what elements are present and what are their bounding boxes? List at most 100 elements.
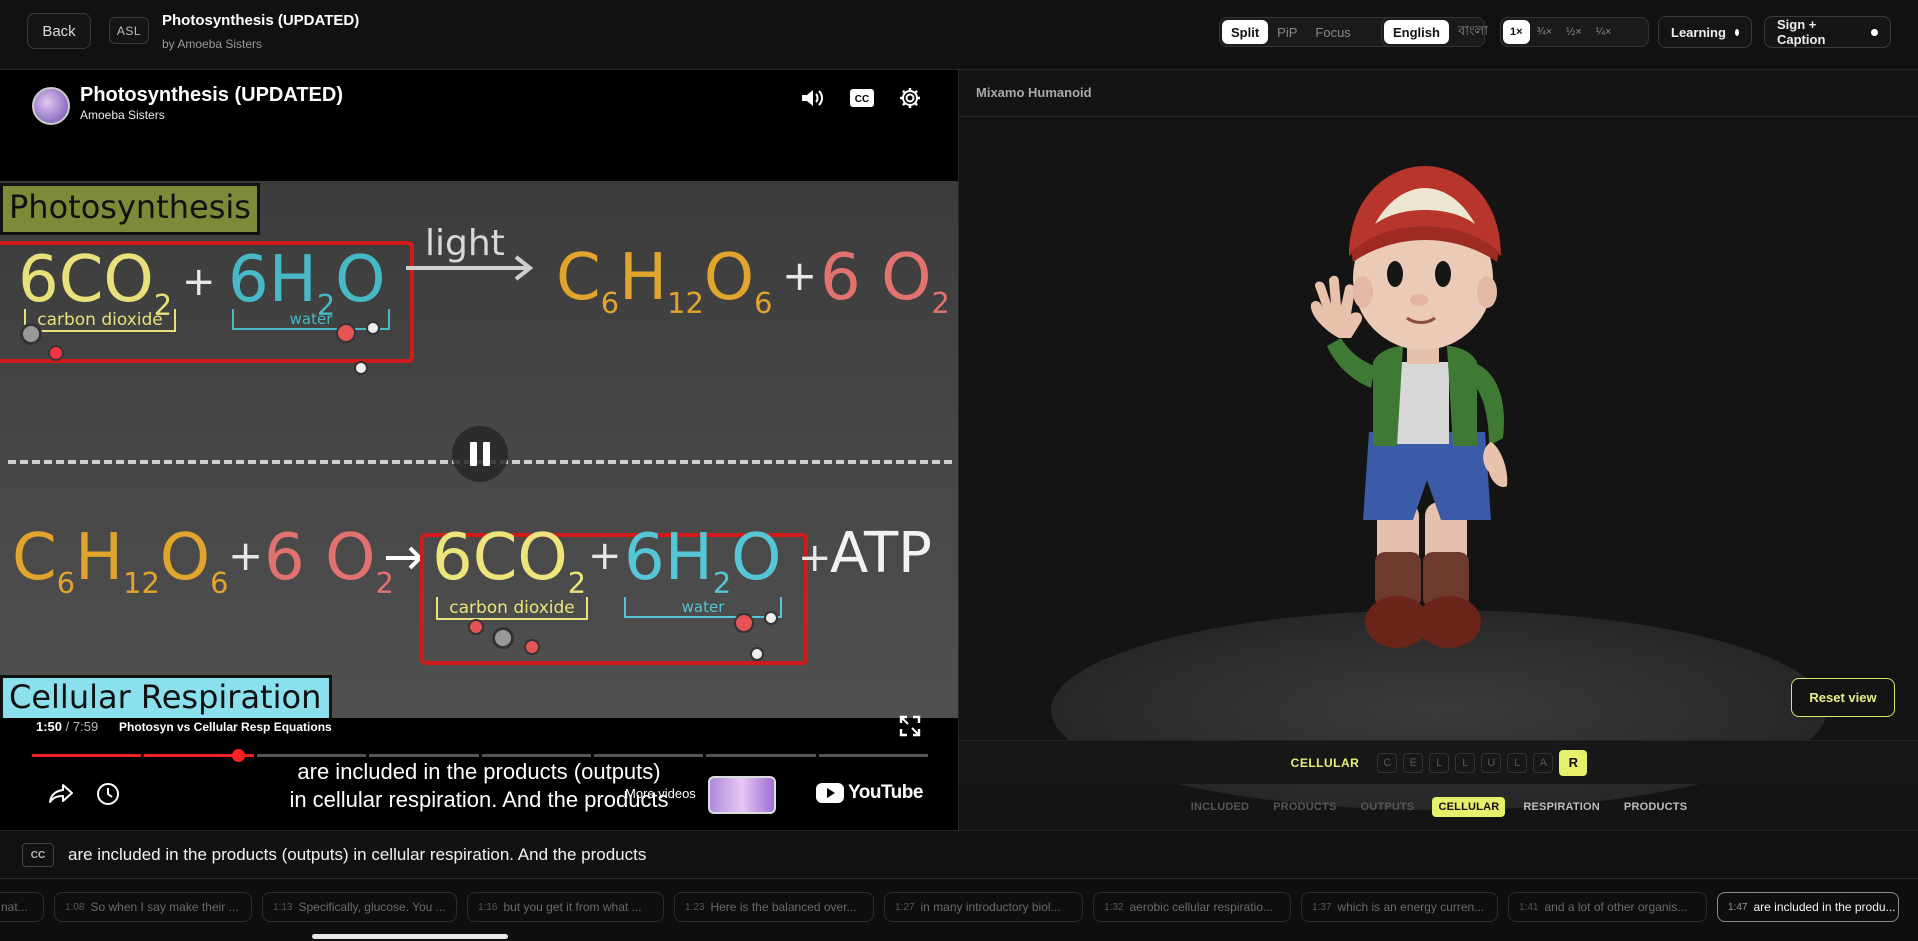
timeline-chip[interactable]: 1:23 Here is the balanced over... xyxy=(674,892,874,922)
caption-line-2: in cellular respiration. And the product… xyxy=(289,787,669,812)
reaction-arrow xyxy=(406,255,534,281)
gloss-item-active[interactable]: CELLULAR xyxy=(1432,797,1506,817)
time-separator: / xyxy=(65,719,73,734)
volume-icon[interactable] xyxy=(798,84,828,112)
learning-toggle[interactable]: Learning xyxy=(1658,16,1752,48)
carbon-molecule xyxy=(20,323,42,345)
plus-sign-5: + xyxy=(798,535,832,581)
timeline-chip[interactable]: nat... xyxy=(0,892,44,922)
hydrogen-molecule xyxy=(764,611,778,625)
cc-badge: CC xyxy=(22,843,54,867)
h2o-term-2: 6H2O xyxy=(624,521,782,600)
asl-badge: ASL xyxy=(109,17,149,44)
language-english-button[interactable]: English xyxy=(1384,20,1449,44)
timeline-chip-active[interactable]: 1:47 are included in the produ... xyxy=(1717,892,1899,922)
gloss-sequence: INCLUDED PRODUCTS OUTPUTS CELLULAR RESPI… xyxy=(959,784,1918,830)
youtube-icon xyxy=(816,783,844,803)
chip-time: 1:37 xyxy=(1312,901,1332,913)
timeline-chip[interactable]: 1:13 Specifically, glucose. You ... xyxy=(262,892,457,922)
gloss-item[interactable]: RESPIRATION xyxy=(1517,797,1606,817)
timeline-chip[interactable]: 1:41 and a lot of other organis... xyxy=(1508,892,1707,922)
video-channel: Amoeba Sisters xyxy=(80,108,165,122)
timeline-chip[interactable]: 1:37 which is an energy curren... xyxy=(1301,892,1498,922)
fingerspell-letter: L xyxy=(1455,752,1476,773)
chip-text: in many introductory biol... xyxy=(920,900,1061,914)
oxygen-molecule xyxy=(524,639,540,655)
video-title[interactable]: Photosynthesis (UPDATED) xyxy=(80,84,343,107)
speed-1x-button[interactable]: 1× xyxy=(1503,20,1530,44)
gloss-item[interactable]: PRODUCTS xyxy=(1618,797,1693,817)
fingerspell-letter: U xyxy=(1481,752,1502,773)
atp-term: ATP xyxy=(830,521,932,586)
channel-avatar[interactable] xyxy=(32,87,70,125)
h2o-label-2: water xyxy=(624,597,782,618)
timeline-scrollbar[interactable] xyxy=(312,934,508,939)
plus-sign: + xyxy=(182,259,216,305)
chip-text: So when I say make their ... xyxy=(90,900,239,914)
youtube-logo[interactable]: YouTube xyxy=(816,782,923,804)
progress-segment xyxy=(818,754,928,757)
oxygen-molecule xyxy=(48,345,64,361)
progress-segment xyxy=(593,754,704,757)
fullscreen-icon[interactable] xyxy=(897,713,923,744)
more-videos-thumbnail[interactable] xyxy=(708,776,776,814)
caption-timeline[interactable]: nat... 1:08 So when I say make their ...… xyxy=(0,879,1918,941)
caption-line-1: are included in the products (outputs) xyxy=(297,759,661,784)
oxygen-molecule xyxy=(336,323,356,343)
chip-time: 1:08 xyxy=(65,901,85,913)
back-button[interactable]: Back xyxy=(27,13,91,49)
timeline-chip[interactable]: 1:16 but you get it from what ... xyxy=(467,892,664,922)
chip-text: aerobic cellular respiratio... xyxy=(1129,900,1273,914)
sign-caption-toggle[interactable]: Sign + Caption xyxy=(1764,16,1891,48)
plus-sign-4: + xyxy=(588,533,622,579)
sign-caption-label: Sign + Caption xyxy=(1777,17,1826,47)
chip-time: 1:47 xyxy=(1728,901,1748,913)
time-display: 1:50 / 7:59 xyxy=(36,719,98,734)
more-videos-label[interactable]: More videos xyxy=(625,786,696,801)
chip-text: nat... xyxy=(1,900,28,914)
progress-segment xyxy=(481,754,591,757)
settings-icon[interactable] xyxy=(895,84,925,112)
view-pip-button[interactable]: PiP xyxy=(1268,20,1306,44)
gloss-item[interactable]: PRODUCTS xyxy=(1267,797,1342,817)
chip-text: which is an energy curren... xyxy=(1337,900,1485,914)
timeline-chip[interactable]: 1:27 in many introductory biol... xyxy=(884,892,1083,922)
language-bangla-button[interactable]: বাংলা xyxy=(1449,20,1497,44)
view-focus-button[interactable]: Focus xyxy=(1306,20,1359,44)
timeline-chip[interactable]: 1:08 So when I say make their ... xyxy=(54,892,252,922)
fingerspell-letter-active: R xyxy=(1559,749,1588,776)
watch-later-icon[interactable] xyxy=(96,782,120,811)
glucose-term-2: C6H12O6 xyxy=(12,521,229,600)
share-icon[interactable] xyxy=(48,782,74,809)
view-split-button[interactable]: Split xyxy=(1222,20,1269,44)
chip-text: but you get it from what ... xyxy=(503,900,642,914)
speed-1-4x-button[interactable]: ¼× xyxy=(1589,20,1619,44)
cellular-respiration-label: Cellular Respiration xyxy=(0,675,333,718)
gloss-item[interactable]: INCLUDED xyxy=(1185,797,1255,817)
chip-time: 1:13 xyxy=(273,901,293,913)
speed-1-2x-button[interactable]: ½× xyxy=(1559,20,1589,44)
signing-avatar[interactable] xyxy=(1277,132,1577,692)
svg-text:CC: CC xyxy=(855,94,869,105)
video-player[interactable]: Photosynthesis (UPDATED) Amoeba Sisters … xyxy=(0,70,958,830)
o2-term-2: 6 O2 xyxy=(264,521,394,600)
reset-view-button[interactable]: Reset view xyxy=(1791,678,1895,717)
cc-icon[interactable]: CC xyxy=(847,84,877,112)
plus-sign-3: + xyxy=(228,531,264,580)
avatar-panel: Mixamo Humanoid Reset view CELLULAR C E … xyxy=(958,70,1918,830)
chapter-title[interactable]: Photosyn vs Cellular Resp Equations xyxy=(119,720,332,734)
gloss-item[interactable]: OUTPUTS xyxy=(1355,797,1421,817)
hydrogen-molecule xyxy=(750,647,764,661)
speed-3-4x-button[interactable]: ¾× xyxy=(1530,20,1560,44)
pause-icon xyxy=(470,442,477,466)
fingerspell-letter: A xyxy=(1533,752,1554,773)
speed-toggle: 1× ¾× ½× ¼× xyxy=(1500,17,1649,47)
progress-segment xyxy=(32,754,142,757)
chip-time: 1:16 xyxy=(478,901,498,913)
pause-button[interactable] xyxy=(452,426,508,482)
timeline-chip[interactable]: 1:32 aerobic cellular respiratio... xyxy=(1093,892,1291,922)
fingerspell-word: CELLULAR xyxy=(1290,755,1360,770)
progress-bar[interactable] xyxy=(32,754,928,757)
pause-icon xyxy=(483,442,490,466)
hydrogen-molecule xyxy=(366,321,380,335)
